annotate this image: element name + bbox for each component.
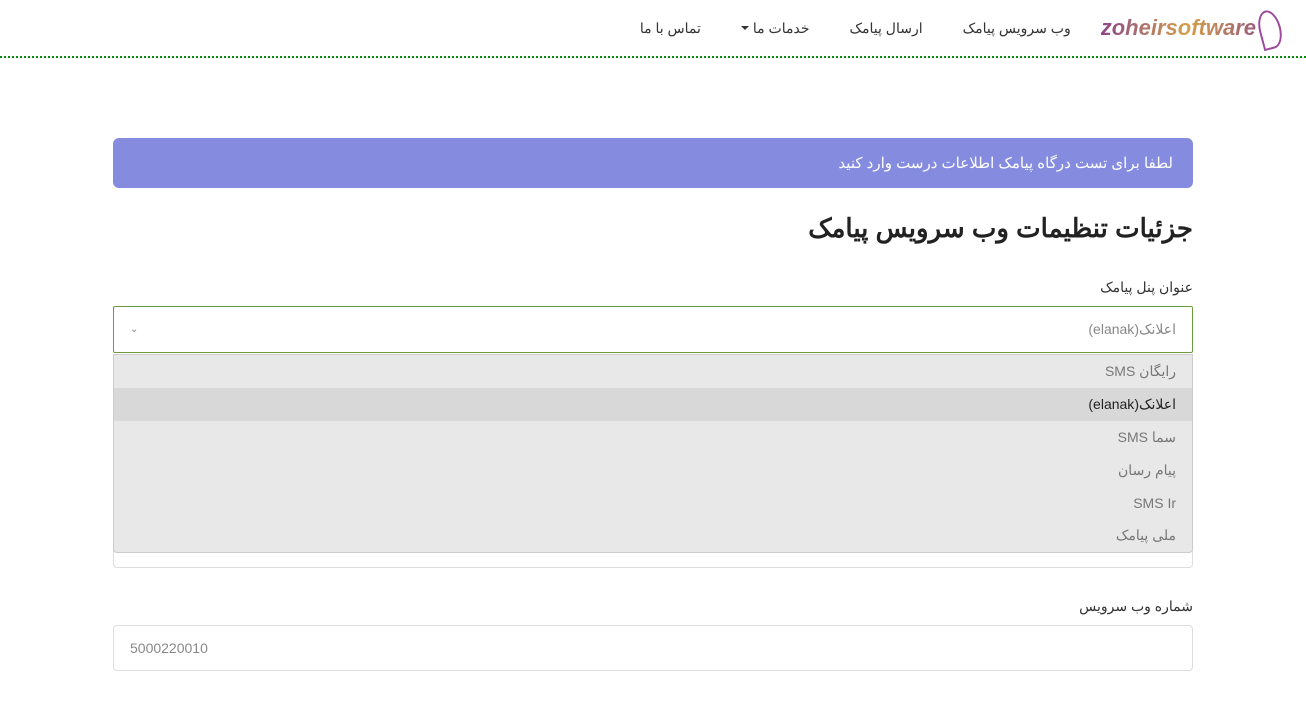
nav-services-label: خدمات ما xyxy=(753,20,810,37)
dropdown-option[interactable]: اعلانک(elanak) xyxy=(114,388,1192,421)
panel-dropdown: رایگان SMS اعلانک(elanak) سما SMS پیام ر… xyxy=(113,354,1193,553)
info-alert: لطفا برای تست درگاه پیامک اطلاعات درست و… xyxy=(113,138,1193,188)
nav-services[interactable]: خدمات ما xyxy=(741,20,810,37)
service-number-input[interactable] xyxy=(113,625,1193,671)
dropdown-option[interactable]: سما SMS xyxy=(114,421,1192,454)
header: zoheirsoftware وب سرویس پیامک ارسال پیام… xyxy=(0,0,1306,58)
chevron-down-icon xyxy=(741,26,749,30)
dropdown-option[interactable]: ملی پیامک xyxy=(114,519,1192,552)
service-number-label: شماره وب سرویس xyxy=(113,598,1193,615)
panel-label: عنوان پنل پیامک xyxy=(113,279,1193,296)
nav-webservice[interactable]: وب سرویس پیامک xyxy=(963,20,1071,37)
main-nav: وب سرویس پیامک ارسال پیامک خدمات ما تماس… xyxy=(640,20,1071,37)
dropdown-option[interactable]: SMS Ir xyxy=(114,487,1192,519)
dropdown-option[interactable]: رایگان SMS xyxy=(114,355,1192,388)
panel-form-group: عنوان پنل پیامک اعلانک(elanak) ⌄ رایگان … xyxy=(113,279,1193,568)
main-container: لطفا برای تست درگاه پیامک اطلاعات درست و… xyxy=(98,138,1208,671)
panel-selected-value: اعلانک(elanak) xyxy=(1088,321,1176,338)
page-title: جزئیات تنظیمات وب سرویس پیامک xyxy=(113,213,1193,244)
chevron-down-icon: ⌄ xyxy=(130,324,138,335)
nav-contact[interactable]: تماس با ما xyxy=(640,20,701,37)
panel-select[interactable]: اعلانک(elanak) ⌄ xyxy=(113,306,1193,353)
service-number-form-group: شماره وب سرویس xyxy=(113,598,1193,671)
panel-select-wrapper: اعلانک(elanak) ⌄ رایگان SMS اعلانک(elana… xyxy=(113,306,1193,353)
dropdown-option[interactable]: پیام رسان xyxy=(114,454,1192,487)
logo: zoheirsoftware xyxy=(1101,15,1276,41)
nav-send-sms[interactable]: ارسال پیامک xyxy=(850,20,923,37)
